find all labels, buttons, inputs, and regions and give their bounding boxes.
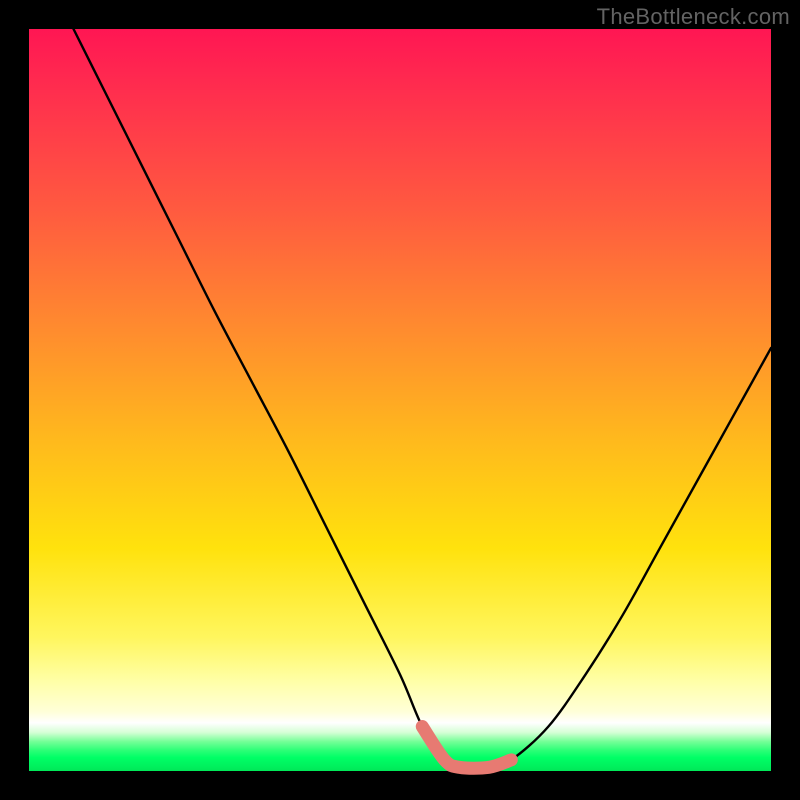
plot-area (29, 29, 771, 771)
chart-frame: TheBottleneck.com (0, 0, 800, 800)
bottleneck-curve-line (74, 29, 771, 768)
trough-highlight-line (422, 726, 511, 768)
watermark-text: TheBottleneck.com (597, 4, 790, 30)
bottleneck-curve-svg (29, 29, 771, 771)
